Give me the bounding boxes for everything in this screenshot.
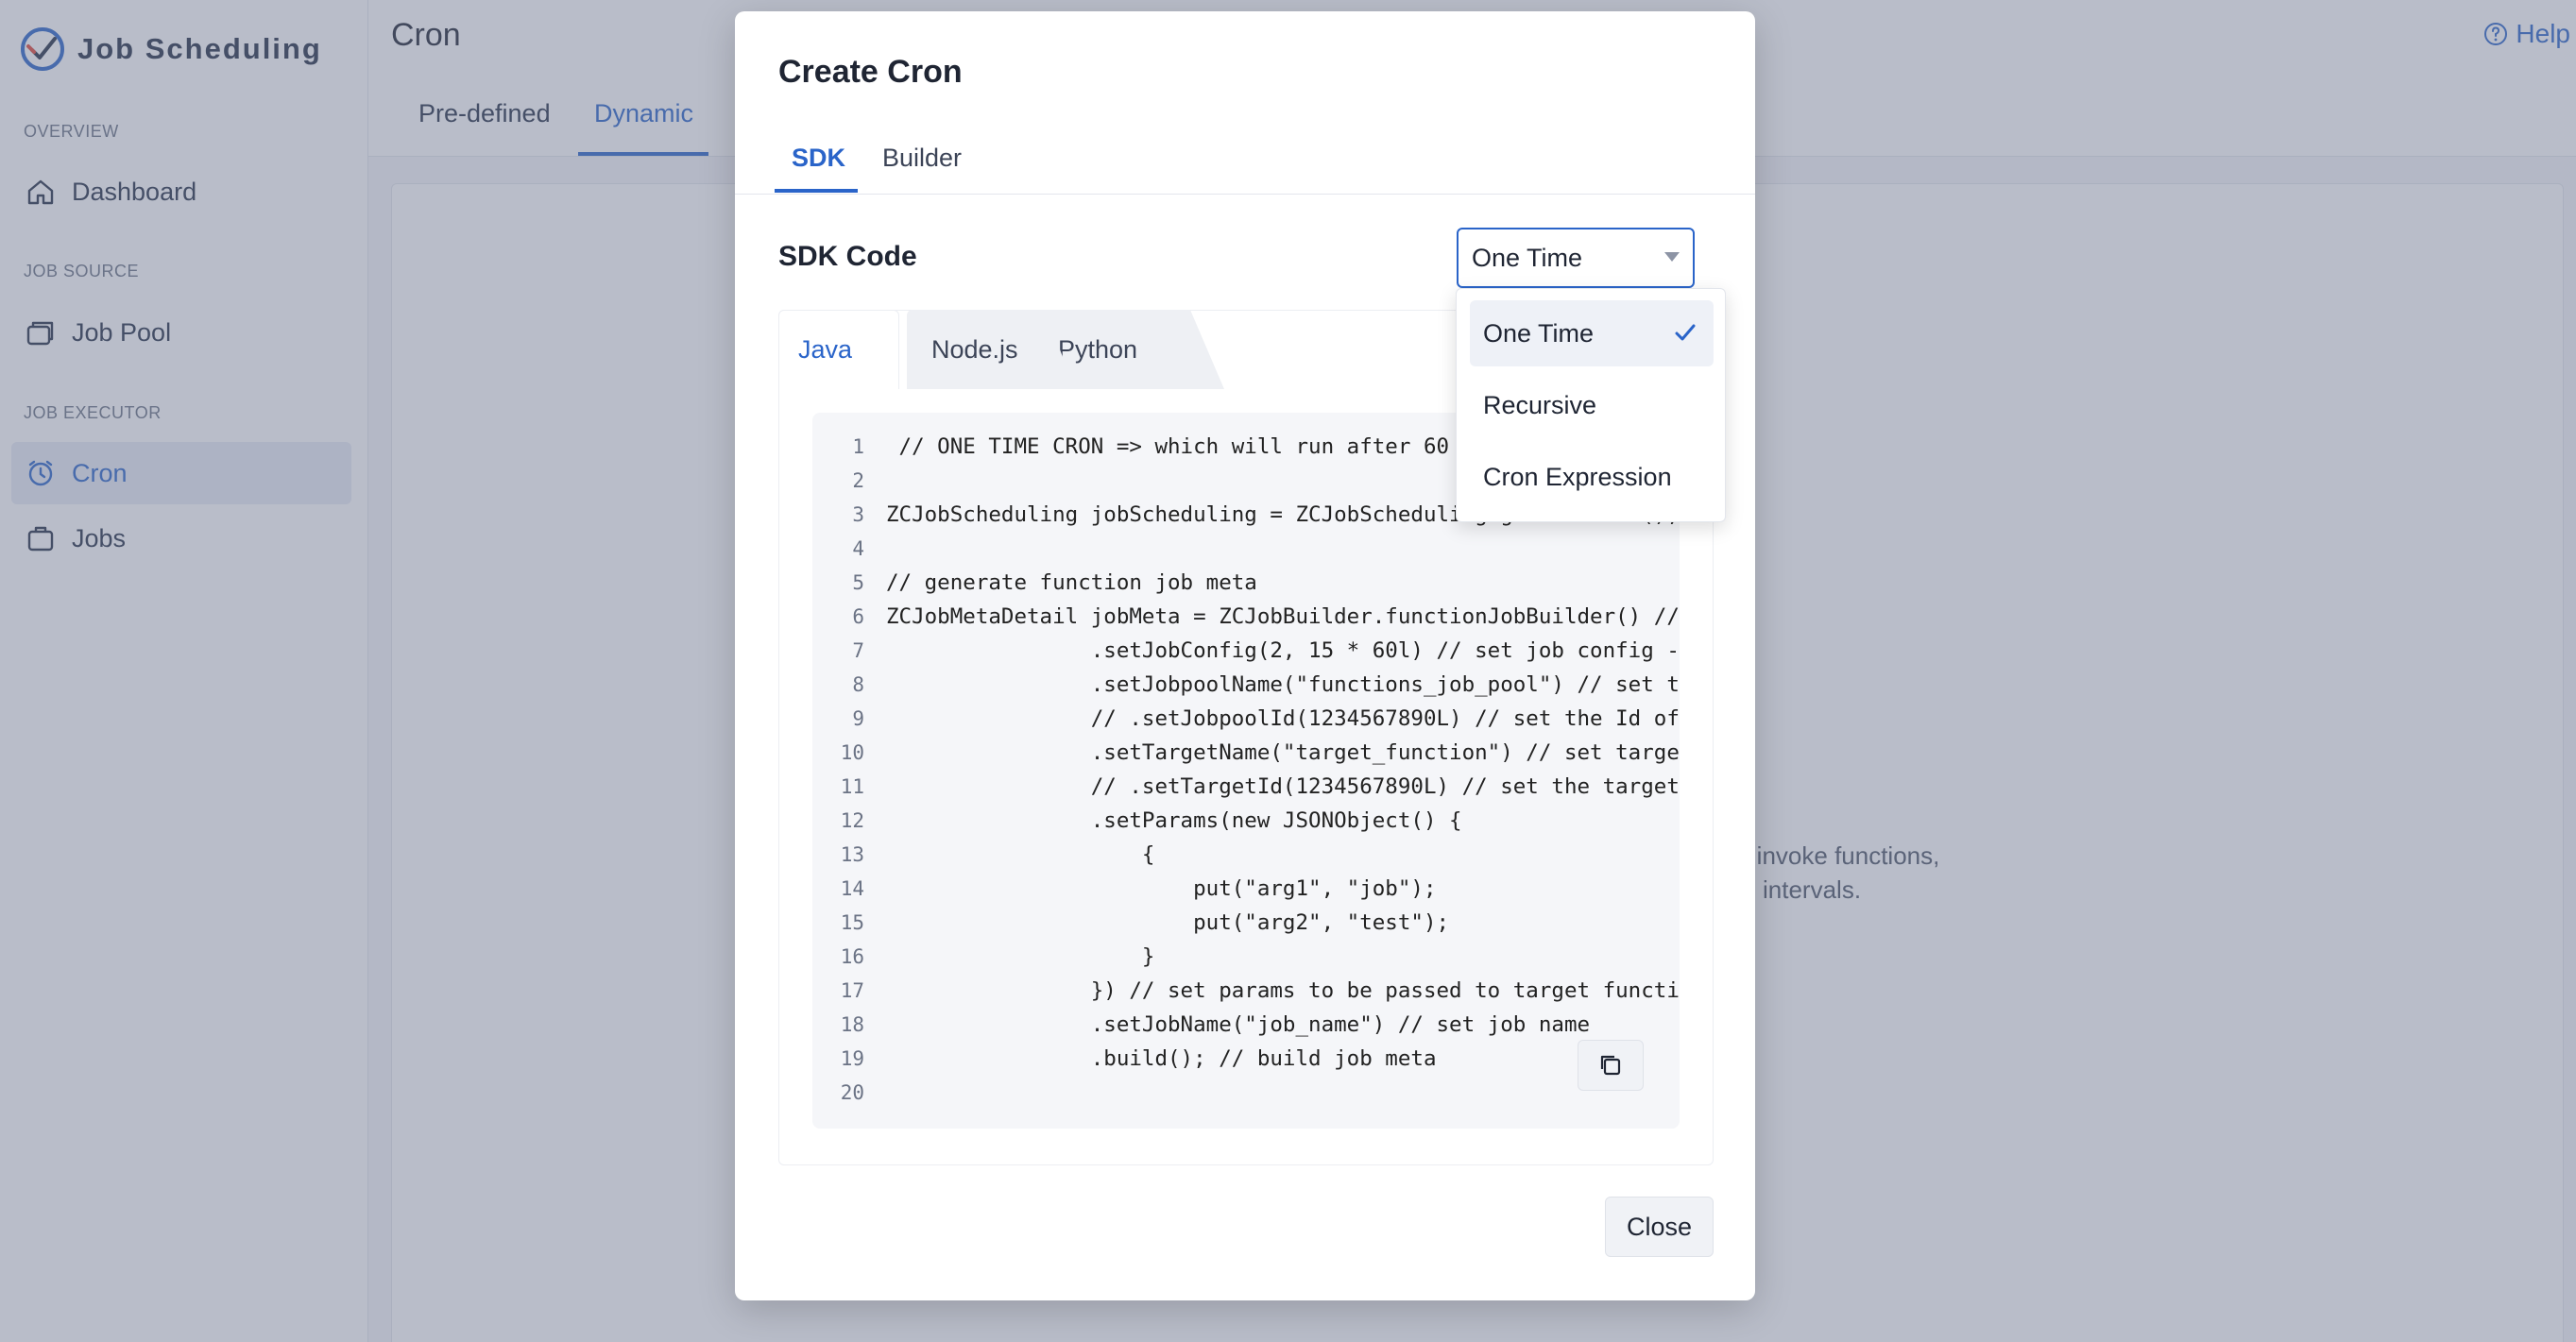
select-value: One Time bbox=[1472, 243, 1583, 272]
line-number: 11 bbox=[840, 775, 864, 798]
code-text: put("arg2", "test"); bbox=[886, 910, 1450, 935]
line-number: 10 bbox=[840, 741, 864, 764]
modal-title: Create Cron bbox=[778, 54, 963, 90]
code-line: 16 } bbox=[812, 940, 1680, 974]
option-label: Cron Expression bbox=[1483, 462, 1672, 491]
copy-icon bbox=[1600, 1055, 1621, 1076]
option-recursive[interactable]: Recursive bbox=[1470, 372, 1714, 438]
code-line: 10 .setTargetName("target_function") // … bbox=[812, 736, 1680, 770]
code-text: .setJobpoolName("functions_job_pool") //… bbox=[886, 672, 1680, 697]
line-number: 18 bbox=[840, 1013, 864, 1036]
line-number: 20 bbox=[840, 1081, 864, 1104]
code-text: .setParams(new JSONObject() { bbox=[886, 808, 1462, 833]
tab-label: Java bbox=[798, 335, 853, 364]
create-cron-modal: Create Cron SDK Builder SDK Code One Tim… bbox=[735, 11, 1755, 1300]
code-text: .setJobName("job_name") // set job name bbox=[886, 1012, 1591, 1037]
line-number: 13 bbox=[840, 843, 864, 866]
code-line: 5 // generate function job meta bbox=[812, 566, 1680, 600]
line-number: 16 bbox=[840, 945, 864, 968]
close-button[interactable]: Close bbox=[1605, 1197, 1714, 1257]
code-line: 18 .setJobName("job_name") // set job na… bbox=[812, 1008, 1680, 1042]
code-line: 15 put("arg2", "test"); bbox=[812, 906, 1680, 940]
line-number: 5 bbox=[852, 571, 864, 594]
line-number: 2 bbox=[852, 469, 864, 492]
line-number: 7 bbox=[852, 639, 864, 662]
code-text: { bbox=[886, 842, 1155, 867]
option-label: One Time bbox=[1483, 318, 1595, 348]
option-one-time[interactable]: One Time bbox=[1470, 300, 1714, 366]
code-line: 19 .build(); // build job meta bbox=[812, 1042, 1680, 1076]
tab-label: Python bbox=[1058, 334, 1138, 364]
code-text: .setTargetName("target_function") // set… bbox=[886, 740, 1680, 765]
tab-builder[interactable]: Builder bbox=[882, 144, 962, 173]
cron-type-dropdown: One Time Recursive Cron Expression bbox=[1456, 288, 1726, 522]
code-line: 20 bbox=[812, 1076, 1680, 1110]
copy-code-button[interactable] bbox=[1578, 1040, 1644, 1091]
code-text: .build(); // build job meta bbox=[886, 1046, 1437, 1071]
code-text: ZCJobMetaDetail jobMeta = ZCJobBuilder.f… bbox=[886, 604, 1680, 629]
code-line: 17 }) // set params to be passed to targ… bbox=[812, 974, 1680, 1008]
tab-sdk[interactable]: SDK bbox=[792, 144, 845, 173]
code-text: }) // set params to be passed to target … bbox=[886, 978, 1680, 1003]
caret-down-icon bbox=[1664, 252, 1680, 262]
code-line: 7 .setJobConfig(2, 15 * 60l) // set job … bbox=[812, 634, 1680, 668]
sdk-code-label: SDK Code bbox=[778, 241, 917, 272]
code-line: 8 .setJobpoolName("functions_job_pool") … bbox=[812, 668, 1680, 702]
line-number: 9 bbox=[852, 707, 864, 730]
line-number: 15 bbox=[840, 911, 864, 934]
code-line: 4 bbox=[812, 532, 1680, 566]
code-line: 6 ZCJobMetaDetail jobMeta = ZCJobBuilder.… bbox=[812, 600, 1680, 634]
code-text: .setJobConfig(2, 15 * 60l) // set job co… bbox=[886, 638, 1680, 663]
code-text: // .setJobpoolId(1234567890L) // set the… bbox=[886, 706, 1680, 731]
line-number: 17 bbox=[840, 979, 864, 1002]
line-number: 6 bbox=[852, 605, 864, 628]
code-text: // .setTargetId(1234567890L) // set the … bbox=[886, 774, 1680, 799]
code-line: 9 // .setJobpoolId(1234567890L) // set t… bbox=[812, 702, 1680, 736]
code-line: 14 put("arg1", "job"); bbox=[812, 872, 1680, 906]
option-cron-expression[interactable]: Cron Expression bbox=[1470, 444, 1714, 510]
modal-tab-divider bbox=[735, 194, 1755, 195]
tab-label: Node.js bbox=[931, 334, 1018, 364]
code-line: 13 { bbox=[812, 838, 1680, 872]
code-text: // generate function job meta bbox=[886, 570, 1257, 595]
modal-tab-active-indicator bbox=[775, 189, 858, 193]
code-line: 12 .setParams(new JSONObject() { bbox=[812, 804, 1680, 838]
line-number: 8 bbox=[852, 673, 864, 696]
code-text: // ONE TIME CRON => which will run after… bbox=[886, 434, 1488, 459]
code-text: } bbox=[886, 944, 1155, 969]
line-number: 19 bbox=[840, 1047, 864, 1070]
cron-type-select[interactable]: One Time bbox=[1457, 228, 1695, 288]
tab-java[interactable]: Java bbox=[778, 310, 899, 389]
line-number: 1 bbox=[852, 435, 864, 458]
line-number: 4 bbox=[852, 537, 864, 560]
line-number: 3 bbox=[852, 503, 864, 526]
code-text: put("arg1", "job"); bbox=[886, 876, 1437, 901]
option-label: Recursive bbox=[1483, 390, 1597, 419]
code-line: 11 // .setTargetId(1234567890L) // set t… bbox=[812, 770, 1680, 804]
check-icon bbox=[1675, 324, 1696, 341]
line-number: 14 bbox=[840, 877, 864, 900]
line-number: 12 bbox=[840, 809, 864, 832]
